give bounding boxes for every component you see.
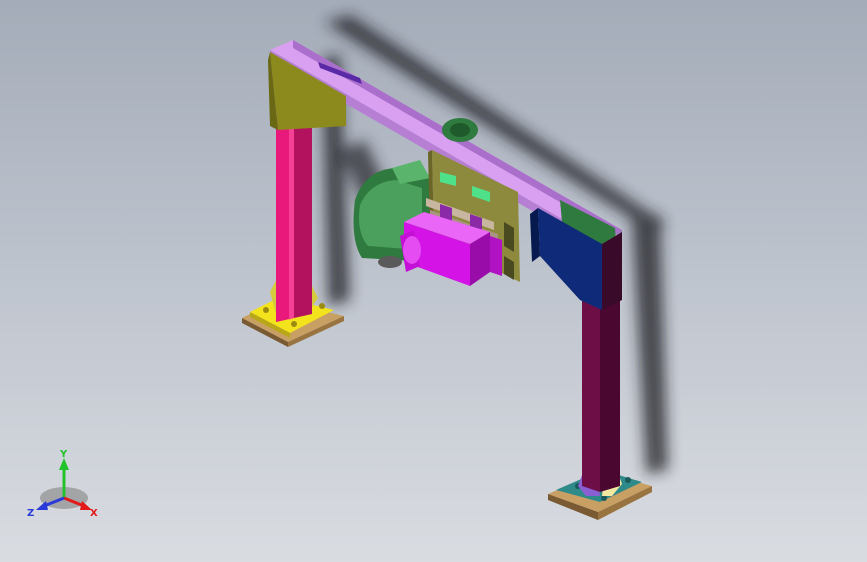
triad-x-label: X (90, 508, 98, 519)
right-column (582, 288, 620, 492)
triad-y-label: Y (59, 449, 68, 460)
triad-z-label: Z (27, 508, 34, 519)
gantry-model[interactable] (0, 0, 867, 562)
cad-viewport[interactable]: Y X Z (0, 0, 867, 562)
left-column (276, 112, 312, 322)
orientation-triad[interactable]: Y X Z (24, 446, 106, 526)
